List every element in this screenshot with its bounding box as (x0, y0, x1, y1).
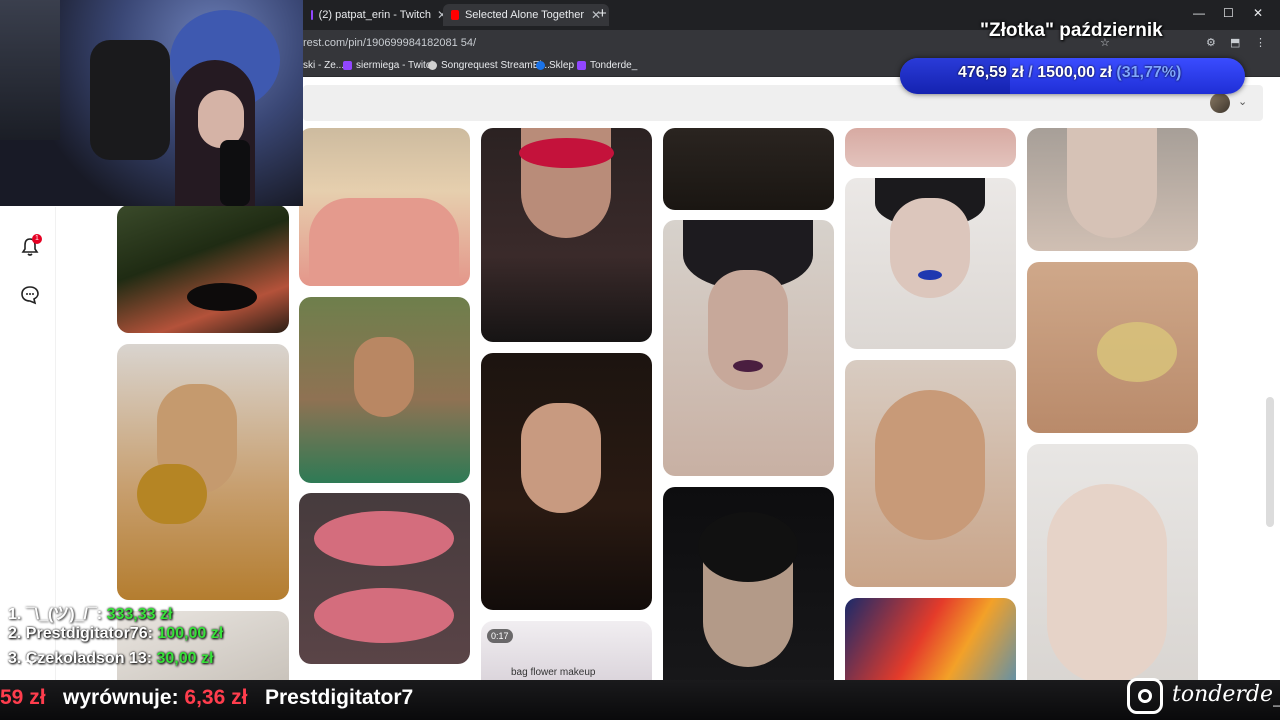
pin-face (521, 403, 601, 513)
pin-face (354, 337, 414, 417)
bookmark-item[interactable]: siermiega - Twitch (343, 60, 436, 71)
pin-card[interactable] (481, 128, 652, 342)
donation-goal-title: "Złotka" październik (980, 20, 1163, 41)
pin-card[interactable] (1027, 262, 1198, 433)
leaderboard-amount: 30,00 zł (156, 650, 214, 667)
twitch-icon (577, 61, 586, 70)
bookmark-label: siermiega - Twitch (356, 60, 437, 71)
new-tab-plus-icon[interactable]: + (598, 5, 607, 22)
pin-card[interactable] (117, 344, 289, 600)
ticker-amount: 6,36 zł (184, 686, 248, 709)
instagram-handle: tonderde_ (1172, 682, 1280, 707)
ticker-prev-amount: 59 zł (0, 686, 46, 709)
instagram-icon (1127, 678, 1163, 714)
bookmark-label: Tonderde_ (590, 60, 638, 71)
pin-card[interactable] (845, 128, 1016, 167)
chat-bubble-icon[interactable] (20, 285, 40, 305)
tab-label: Selected Alone Together Mix - \ (464, 9, 585, 21)
leaderboard-row: 2. Prestdigitator76: 100,00 zł (8, 625, 223, 643)
pin-card[interactable] (663, 128, 834, 210)
bookmark-label: Songrequest StreamEl... (441, 60, 550, 71)
pin-face (1047, 484, 1167, 684)
pin-card[interactable] (845, 178, 1016, 349)
youtube-favicon-icon (451, 10, 459, 20)
close-window-icon[interactable]: ✕ (1253, 6, 1263, 20)
download-icon[interactable]: ⬒ (1230, 36, 1240, 49)
pin-face (708, 270, 788, 390)
pin-black-paint (698, 512, 798, 582)
cam-gaming-chair (90, 40, 170, 160)
twitch-favicon-icon (311, 10, 313, 20)
pin-face (1067, 128, 1157, 238)
pin-card[interactable] (481, 353, 652, 610)
pin-card[interactable] (845, 360, 1016, 587)
bookmark-label: Sklep (549, 60, 575, 71)
leaderboard-amount: 333,33 zł (106, 606, 173, 623)
pin-lips (733, 360, 763, 372)
pin-jacket (309, 198, 459, 286)
cam-shelf (0, 0, 60, 140)
pin-card[interactable] (1027, 444, 1198, 720)
leaderboard-amount: 100,00 zł (157, 625, 224, 642)
pin-lips-bottom (314, 588, 454, 643)
bookmark-item[interactable]: Tonderde_ (577, 60, 637, 71)
pin-gold-glitter (1097, 322, 1177, 382)
tab-label: (2) patpat_erin - Twitch (318, 9, 431, 21)
scrollbar[interactable] (1266, 397, 1274, 527)
pin-red-mask (519, 138, 614, 168)
pin-blue-lips (918, 270, 942, 280)
pin-card[interactable] (663, 220, 834, 476)
notification-badge: 1 (32, 234, 42, 244)
shop-icon (536, 61, 545, 70)
bookmark-label: ski - Ze... (303, 60, 345, 71)
donation-goal-text: 476,59 zł / 1500,00 zł (31,77%) (958, 64, 1181, 82)
pin-card[interactable] (299, 128, 470, 286)
leaderboard-row: 3. Czekoladson 13: 30,00 zł (8, 650, 213, 668)
pin-card[interactable] (117, 205, 289, 333)
pin-gold-hand (137, 464, 207, 524)
left-rail (5, 207, 56, 720)
bookmark-item[interactable]: Songrequest StreamEl... (428, 60, 550, 71)
pin-face (890, 198, 970, 298)
menu-icon[interactable]: ⋮ (1255, 36, 1266, 49)
settings-gear-icon[interactable]: ⚙ (20, 656, 34, 676)
chevron-down-icon[interactable]: ⌄ (1238, 95, 1247, 108)
extensions-icon[interactable]: ⚙ (1206, 36, 1216, 49)
bookmark-item[interactable]: Sklep (536, 60, 574, 71)
video-duration-badge: 0:17 (487, 629, 513, 643)
pin-card[interactable] (299, 493, 470, 664)
avatar[interactable] (1210, 93, 1230, 113)
ticker-next-name: Prestdigitator7 (264, 686, 414, 709)
minimize-icon[interactable]: — (1193, 6, 1205, 20)
streamelements-icon (428, 61, 437, 70)
leaderboard-row: 1. ¯\_(ツ)_/¯: 333,33 zł (8, 600, 172, 624)
goal-percent: (31,77%) (1116, 64, 1182, 81)
pin-card[interactable] (299, 297, 470, 483)
goal-current: 476,59 zł (958, 64, 1024, 81)
donation-ticker: 59 zł wyrównuje: 6,36 zł Prestdigitator7 (0, 680, 1280, 720)
pin-face (875, 390, 985, 540)
maximize-icon[interactable]: ☐ (1223, 6, 1234, 20)
ticker-text: 59 zł wyrównuje: 6,36 zł Prestdigitator7 (0, 686, 413, 710)
pin-lips-top (314, 511, 454, 566)
goal-separator: / (1028, 64, 1033, 81)
bookmark-item[interactable]: ski - Ze... (303, 60, 344, 71)
leaderboard-name: 2. Prestdigitator76: (8, 625, 153, 642)
ticker-label: wyrównuje: (63, 686, 179, 709)
tab-twitch[interactable]: (2) patpat_erin - Twitch ✕ (303, 4, 455, 26)
twitch-icon (343, 61, 352, 70)
cam-microphone (220, 140, 250, 206)
pin-card[interactable] (1027, 128, 1198, 251)
video-caption: bag flower makeup (511, 667, 596, 678)
pin-lips (187, 283, 257, 311)
leaderboard-name: 1. ¯\_(ツ)_/¯: (8, 606, 103, 623)
goal-target: 1500,00 zł (1037, 64, 1112, 81)
tab-youtube[interactable]: Selected Alone Together Mix - \ ✕ (443, 4, 609, 26)
url-text[interactable]: rest.com/pin/190699984182081 54/ (303, 37, 476, 49)
webcam-feed (0, 0, 303, 206)
